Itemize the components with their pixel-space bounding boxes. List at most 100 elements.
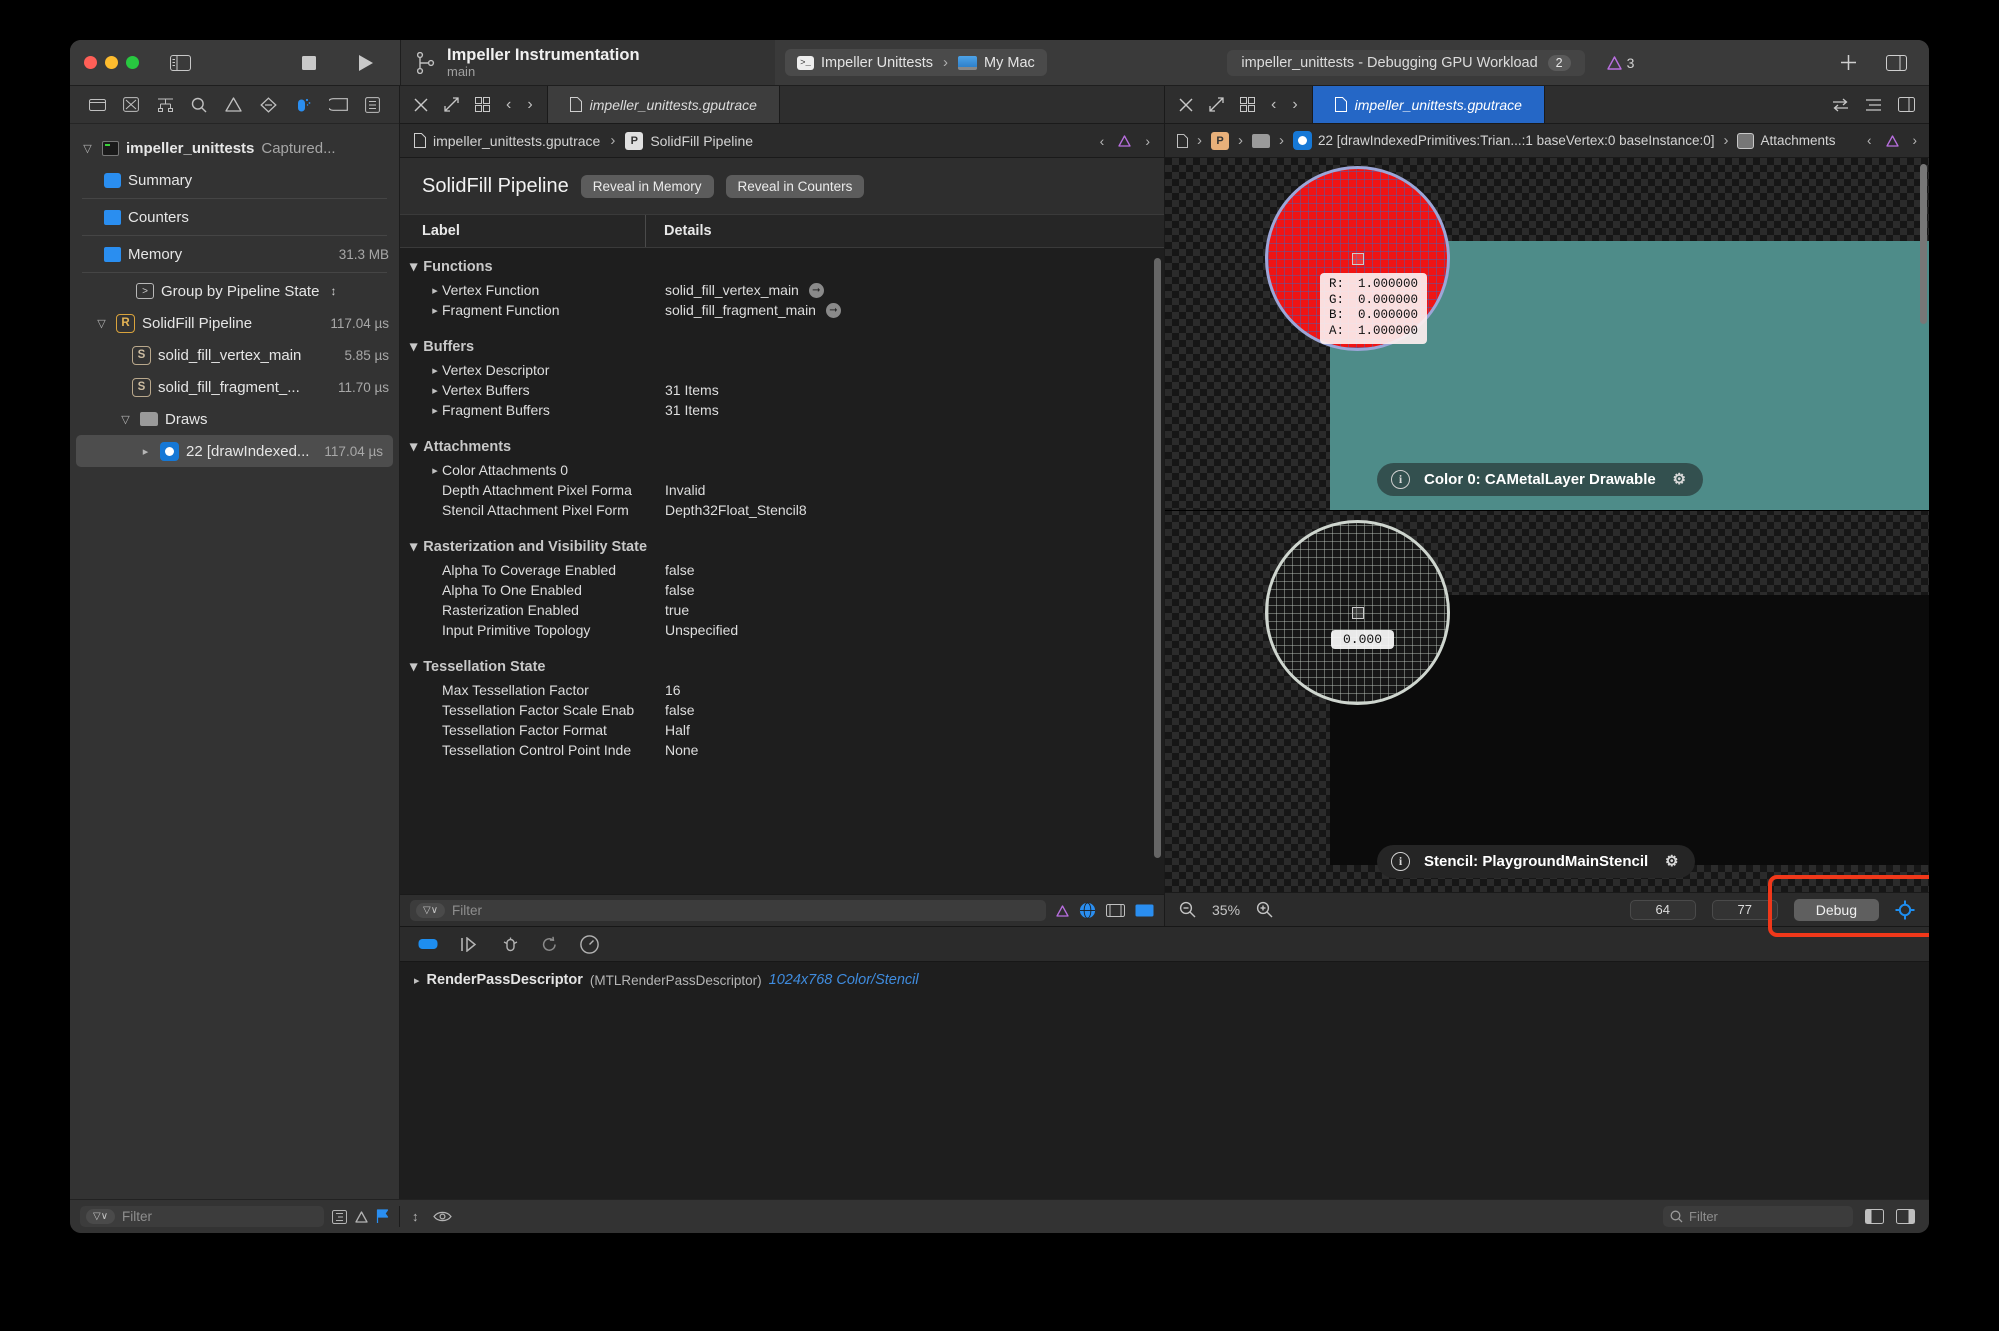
tree-row-solid-fill-vertex-main[interactable]: S solid_fill_vertex_main 5.85 µs — [70, 339, 399, 371]
nesting-icon[interactable] — [332, 1209, 347, 1224]
scheme-selector[interactable]: >_ Impeller Unittests › My Mac — [775, 40, 1047, 85]
step-over-icon[interactable] — [460, 936, 480, 952]
add-editor-icon[interactable] — [1835, 52, 1861, 74]
disclosure-open-icon[interactable]: ▾ — [410, 259, 417, 275]
expand-icon[interactable] — [444, 97, 459, 112]
forward-icon[interactable]: › — [1292, 96, 1297, 114]
debug-icon[interactable] — [294, 97, 311, 113]
filter-icon[interactable]: ▽∨ — [416, 903, 446, 918]
gear-icon[interactable]: ⚙ — [1670, 470, 1689, 489]
disclosure-closed-icon[interactable]: ▸ — [428, 384, 442, 397]
tab-gputrace[interactable]: impeller_unittests.gputrace — [546, 86, 780, 123]
breadcrumb-item-draw[interactable]: 22 [drawIndexedPrimitives:Trian...:1 bas… — [1318, 133, 1714, 148]
detail-scrollbar[interactable] — [1154, 258, 1161, 858]
globe-icon[interactable] — [1079, 902, 1096, 919]
detail-filter-field[interactable]: ▽∨ Filter — [410, 900, 1046, 921]
jump-to-icon[interactable]: ➞ — [825, 302, 841, 318]
run-button[interactable] — [352, 52, 378, 74]
disclosure-closed-icon[interactable]: ▸ — [428, 284, 442, 297]
filmstrip-icon[interactable] — [1106, 903, 1125, 918]
property-row[interactable]: ▸ Vertex Function solid_fill_vertex_main… — [400, 280, 1164, 300]
property-row[interactable]: ▸ Vertex Buffers 31 Items — [400, 380, 1164, 400]
eye-icon[interactable] — [432, 1210, 452, 1223]
gauge-icon[interactable] — [580, 934, 599, 954]
color-attachment-chip[interactable]: i Color 0: CAMetalLayer Drawable ⚙ — [1377, 463, 1703, 496]
disclosure-closed-icon[interactable]: ▸ — [414, 974, 420, 987]
disclosure-open-icon[interactable]: ▽ — [118, 413, 133, 426]
tree-row-counters[interactable]: Counters — [70, 201, 399, 233]
stencil-attachment-view[interactable]: 0.000 i Stencil: PlaygroundMainStencil ⚙ — [1165, 512, 1929, 892]
tab-gputrace-active[interactable]: impeller_unittests.gputrace — [1311, 86, 1545, 123]
chevron-updown-icon[interactable]: ↕ — [330, 284, 336, 298]
split-view-icon[interactable] — [1898, 97, 1915, 112]
stencil-attachment-chip[interactable]: i Stencil: PlaygroundMainStencil ⚙ — [1377, 845, 1696, 878]
expand-icon[interactable] — [1209, 97, 1224, 112]
close-icon[interactable] — [1179, 98, 1193, 112]
report-icon[interactable] — [365, 96, 381, 113]
symbol-icon[interactable] — [157, 97, 174, 112]
coordinate-y-field[interactable]: 77 — [1711, 899, 1778, 920]
forward-icon[interactable]: › — [1145, 133, 1150, 149]
breakpoint-icon[interactable] — [328, 98, 348, 111]
tree-row-draw-22[interactable]: ▸ 22 [drawIndexed... 117.04 µs — [76, 435, 393, 467]
property-row[interactable]: ▸ Vertex Descriptor — [400, 360, 1164, 380]
reveal-in-memory-button[interactable]: Reveal in Memory — [580, 174, 714, 198]
back-icon[interactable]: ‹ — [1271, 96, 1276, 114]
filter-icon[interactable]: ▽∨ — [86, 1209, 116, 1224]
warning-group[interactable]: 3 — [1606, 55, 1634, 71]
source-control-icon[interactable] — [123, 97, 140, 112]
jump-to-icon[interactable]: ➞ — [808, 282, 824, 298]
disclosure-open-icon[interactable]: ▾ — [410, 539, 417, 555]
resize-handle-icon[interactable]: ↕ — [412, 1209, 419, 1224]
disclosure-closed-icon[interactable]: ▸ — [428, 364, 442, 377]
tree-row-solidfill-pipeline[interactable]: ▽ R SolidFill Pipeline 117.04 µs — [70, 307, 399, 339]
disclosure-closed-icon[interactable]: ▸ — [428, 464, 442, 477]
disclosure-open-icon[interactable]: ▽ — [80, 142, 95, 155]
grid-layout-icon[interactable] — [1240, 97, 1255, 112]
breadcrumb-item-file[interactable]: impeller_unittests.gputrace — [433, 133, 600, 149]
toggle-navigator-icon[interactable] — [167, 52, 193, 74]
continue-execution-icon[interactable] — [418, 937, 438, 951]
toggle-inspector-icon[interactable] — [1883, 52, 1909, 74]
breadcrumb-item-pipeline[interactable]: SolidFill Pipeline — [650, 133, 753, 149]
test-icon[interactable] — [259, 96, 277, 113]
group-header-attachments[interactable]: ▾ Attachments — [400, 434, 1164, 460]
tree-row-solid-fill-fragment-main[interactable]: S solid_fill_fragment_... 11.70 µs — [70, 371, 399, 403]
disclosure-open-icon[interactable]: ▾ — [410, 339, 417, 355]
refresh-icon[interactable] — [541, 936, 558, 953]
disclosure-open-icon[interactable]: ▽ — [94, 317, 109, 330]
disclosure-open-icon[interactable]: ▾ — [410, 439, 417, 455]
tree-row-draws[interactable]: ▽ Draws — [70, 403, 399, 435]
info-icon[interactable]: i — [1391, 852, 1410, 871]
tree-row-summary[interactable]: Summary — [70, 164, 399, 196]
color-attachment-view[interactable]: R: G: B: A: 1.000000 0.000000 0.000000 1.00… — [1165, 158, 1929, 511]
console-filter-field[interactable]: Filter — [1663, 1206, 1853, 1227]
debug-button[interactable]: Debug — [1793, 898, 1879, 921]
coordinate-x-field[interactable]: 64 — [1629, 899, 1696, 920]
pixel-inspector-cursor[interactable] — [1352, 607, 1364, 619]
debug-view-hierarchy-icon[interactable] — [502, 936, 519, 953]
close-window-button[interactable] — [84, 56, 97, 69]
property-row[interactable]: ▸ Fragment Buffers 31 Items — [400, 400, 1164, 420]
back-icon[interactable]: ‹ — [506, 96, 511, 114]
navigator-filter-field[interactable]: ▽∨ Filter — [80, 1206, 324, 1227]
stop-button[interactable] — [296, 52, 322, 74]
zoom-window-button[interactable] — [126, 56, 139, 69]
grid-layout-icon[interactable] — [475, 97, 490, 112]
disclosure-closed-icon[interactable]: ▸ — [428, 404, 442, 417]
disclosure-closed-icon[interactable]: ▸ — [428, 304, 442, 317]
attachment-canvas[interactable]: R: G: B: A: 1.000000 0.000000 0.000000 1.00… — [1165, 158, 1929, 892]
group-header-functions[interactable]: ▾ Functions — [400, 254, 1164, 280]
warning-icon[interactable] — [355, 1210, 368, 1223]
forward-icon[interactable]: › — [1913, 133, 1918, 148]
breadcrumb-item-attachments[interactable]: Attachments — [1760, 133, 1835, 148]
group-header-tessellation[interactable]: ▾ Tessellation State — [400, 654, 1164, 680]
flag-icon[interactable] — [376, 1209, 389, 1224]
reveal-in-counters-button[interactable]: Reveal in Counters — [725, 174, 865, 198]
group-header-rasterization[interactable]: ▾ Rasterization and Visibility State — [400, 534, 1164, 560]
property-row[interactable]: ▸ Color Attachments 0 — [400, 460, 1164, 480]
preview-vertical-scrollbar[interactable] — [1920, 164, 1927, 324]
toggle-console-view-icon[interactable] — [1896, 1209, 1915, 1224]
warning-icon[interactable] — [1056, 904, 1069, 917]
back-icon[interactable]: ‹ — [1100, 133, 1105, 149]
